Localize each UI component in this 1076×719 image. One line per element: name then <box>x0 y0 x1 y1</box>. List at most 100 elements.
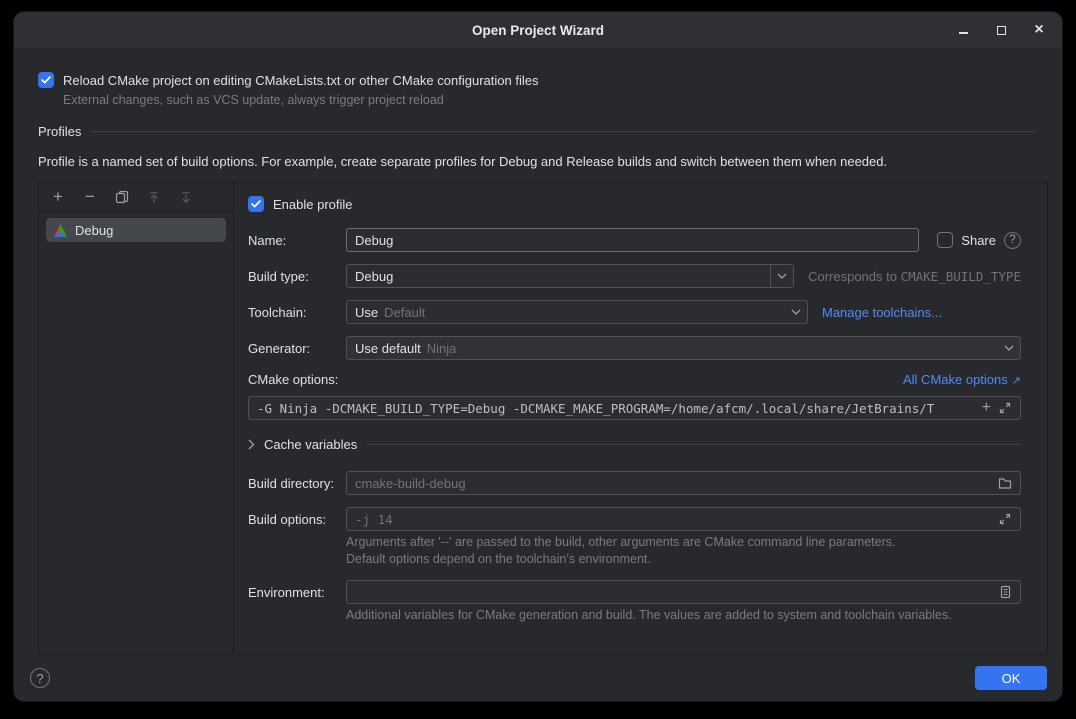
profile-list-panel: + − <box>39 183 234 654</box>
move-down-button <box>175 186 197 208</box>
checkmark-icon <box>41 76 51 84</box>
folder-icon[interactable] <box>998 476 1012 490</box>
add-option-icon[interactable]: + <box>982 400 991 416</box>
build-directory-row: Build directory: cmake-build-debug <box>248 471 1021 495</box>
build-directory-input[interactable]: cmake-build-debug <box>346 471 1021 495</box>
profiles-header-label: Profiles <box>38 124 81 139</box>
profile-list-toolbar: + − <box>39 183 233 212</box>
checkmark-icon <box>251 200 261 208</box>
plus-icon: + <box>53 187 63 207</box>
name-value: Debug <box>355 233 393 248</box>
close-button[interactable]: × <box>1032 23 1046 37</box>
generator-value: Ninja <box>427 341 457 356</box>
reload-cmake-row: Reload CMake project on editing CMakeLis… <box>38 72 1048 88</box>
manage-toolchains-link[interactable]: Manage toolchains... <box>822 305 942 320</box>
build-options-input[interactable]: -j 14 <box>346 507 1021 531</box>
environment-row: Environment: <box>248 580 1021 604</box>
enable-profile-label: Enable profile <box>273 197 353 212</box>
open-project-wizard-dialog: Open Project Wizard × Reload CMake proje… <box>14 12 1062 701</box>
minimize-icon <box>959 32 968 34</box>
variables-list-icon[interactable] <box>998 585 1012 599</box>
external-link-icon: ↗ <box>1012 375 1021 387</box>
question-icon: ? <box>36 671 43 686</box>
title-bar: Open Project Wizard × <box>14 12 1062 48</box>
profile-list: Debug <box>39 212 233 248</box>
environment-hint: Additional variables for CMake generatio… <box>346 607 1011 624</box>
profiles-section-header: Profiles <box>38 124 1048 139</box>
expand-icon[interactable] <box>998 512 1012 526</box>
cmake-options-label-row: CMake options: All CMake options↗ <box>248 372 1021 387</box>
generator-label: Generator: <box>248 341 346 356</box>
generator-value-prefix: Use default <box>355 341 421 356</box>
add-profile-button[interactable]: + <box>47 186 69 208</box>
dialog-title: Open Project Wizard <box>472 23 604 38</box>
cmake-options-value: -G Ninja -DCMAKE_BUILD_TYPE=Debug -DCMAK… <box>257 401 934 416</box>
maximize-icon <box>997 26 1006 35</box>
move-up-icon <box>148 191 160 204</box>
build-directory-label: Build directory: <box>248 476 346 491</box>
share-checkbox[interactable] <box>937 232 953 248</box>
environment-input[interactable] <box>346 580 1021 604</box>
ok-button[interactable]: OK <box>975 666 1047 690</box>
all-cmake-options-link[interactable]: All CMake options↗ <box>903 372 1021 387</box>
generator-select[interactable]: Use default Ninja <box>346 336 1021 360</box>
build-options-placeholder: -j 14 <box>355 512 393 527</box>
build-type-select[interactable]: Debug <box>346 264 794 288</box>
build-type-hint: Corresponds to CMAKE_BUILD_TYPE <box>808 269 1021 284</box>
cmake-options-input[interactable]: -G Ninja -DCMAKE_BUILD_TYPE=Debug -DCMAK… <box>248 396 1021 420</box>
toolchain-label: Toolchain: <box>248 305 346 320</box>
profiles-description: Profile is a named set of build options.… <box>38 154 1048 169</box>
minimize-button[interactable] <box>956 23 970 37</box>
reload-cmake-hint: External changes, such as VCS update, al… <box>63 93 1048 107</box>
share-label: Share <box>961 233 996 248</box>
cmake-options-label: CMake options: <box>248 372 338 387</box>
section-divider <box>366 444 1021 445</box>
profile-list-item-debug[interactable]: Debug <box>46 218 226 242</box>
build-options-row: Build options: -j 14 <box>248 507 1021 531</box>
toolchain-value: Default <box>384 305 425 320</box>
build-type-value: Debug <box>355 269 393 284</box>
name-input[interactable]: Debug <box>346 228 919 252</box>
build-options-hint: Arguments after '--' are passed to the b… <box>346 534 1021 568</box>
maximize-button[interactable] <box>994 23 1008 37</box>
copy-icon <box>115 190 129 204</box>
help-button[interactable]: ? <box>30 668 50 688</box>
cache-variables-section[interactable]: Cache variables <box>248 437 1021 452</box>
enable-profile-row: Enable profile <box>248 196 1021 212</box>
cache-variables-label: Cache variables <box>264 437 357 452</box>
profile-item-label: Debug <box>75 223 113 238</box>
cmake-logo-icon <box>53 223 68 238</box>
profile-settings-panel: Enable profile Name: Debug Share ? <box>234 183 1047 654</box>
build-type-hint-code: CMAKE_BUILD_TYPE <box>901 269 1021 284</box>
share-help-icon[interactable]: ? <box>1004 232 1021 249</box>
remove-profile-button[interactable]: − <box>79 186 101 208</box>
chevron-down-icon <box>784 301 807 323</box>
profiles-panels: + − <box>38 182 1048 655</box>
build-options-label: Build options: <box>248 512 346 527</box>
cmake-options-row: -G Ninja -DCMAKE_BUILD_TYPE=Debug -DCMAK… <box>248 396 1021 420</box>
build-directory-placeholder: cmake-build-debug <box>355 476 466 491</box>
dialog-content: Reload CMake project on editing CMakeLis… <box>14 48 1062 655</box>
build-type-label: Build type: <box>248 269 346 284</box>
dialog-footer: ? OK <box>14 655 1062 701</box>
expand-icon[interactable] <box>998 401 1012 415</box>
move-down-icon <box>180 191 192 204</box>
name-label: Name: <box>248 233 346 248</box>
chevron-down-icon <box>770 265 793 287</box>
enable-profile-checkbox[interactable] <box>248 196 264 212</box>
reload-cmake-checkbox[interactable] <box>38 72 54 88</box>
move-up-button <box>143 186 165 208</box>
minus-icon: − <box>85 187 95 207</box>
build-type-row: Build type: Debug Corresponds to CMAKE_B… <box>248 264 1021 288</box>
toolchain-value-prefix: Use <box>355 305 378 320</box>
chevron-down-icon <box>997 337 1020 359</box>
header-divider <box>91 131 1036 132</box>
environment-label: Environment: <box>248 585 346 600</box>
copy-profile-button[interactable] <box>111 186 133 208</box>
close-icon: × <box>1034 22 1043 38</box>
toolchain-row: Toolchain: Use Default Manage toolchains.… <box>248 300 1021 324</box>
toolchain-select[interactable]: Use Default <box>346 300 808 324</box>
share-group: Share ? <box>937 232 1021 249</box>
name-row: Name: Debug Share ? <box>248 228 1021 252</box>
generator-row: Generator: Use default Ninja <box>248 336 1021 360</box>
